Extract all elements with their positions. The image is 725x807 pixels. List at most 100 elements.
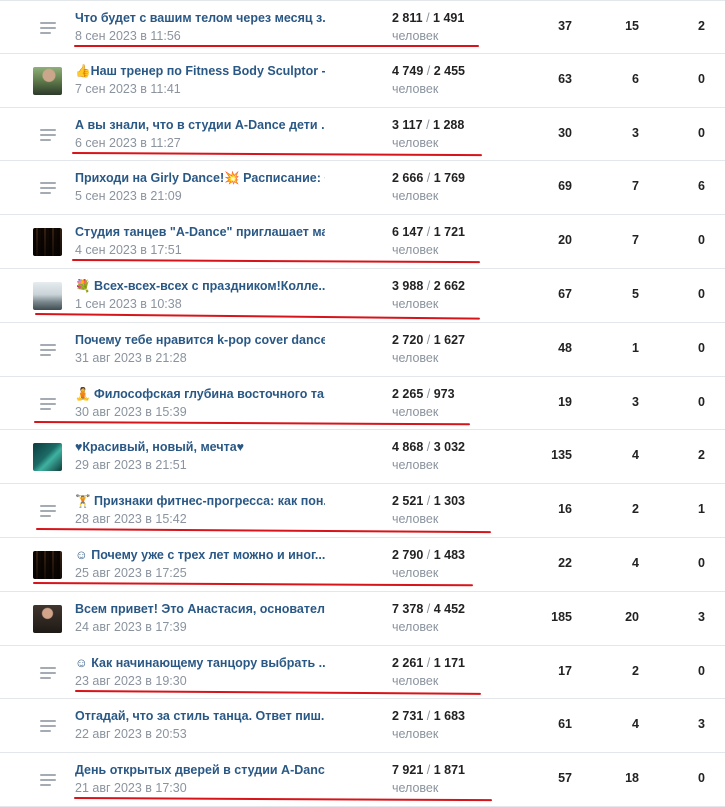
post-thumbnail[interactable] [33,443,62,472]
reach-total: 2 265 [392,386,424,401]
text-post-icon [40,390,58,418]
highlight-underline [34,312,480,320]
post-reach: 7 378 / 4 452 [392,601,465,616]
post-title[interactable]: Всем привет! Это Анастасия, основател... [75,602,325,616]
likes-count: 37 [558,19,572,33]
reach-subscribers: 1 871 [433,763,465,778]
table-row[interactable]: А вы знали, что в студии A-Dance дети ..… [0,107,725,162]
reach-subscribers: 1 721 [433,225,465,240]
post-title[interactable]: 💐 Всех-всех-всех с праздником!Колле... [75,279,325,294]
comments-count: 0 [698,394,705,409]
reposts-count: 15 [625,19,639,33]
post-reach: 4 868 / 3 032 [392,440,465,455]
post-title[interactable]: 🧘 Философская глубина восточного та... [75,387,325,402]
post-title[interactable]: ♥Красивый, новый, мечта♥ [75,440,325,454]
likes-count: 19 [558,394,572,409]
likes-count: 69 [558,179,572,194]
post-title[interactable]: Отгадай, что за стиль танца. Ответ пиш..… [75,709,325,723]
post-thumbnail[interactable] [33,228,62,257]
post-reach: 2 720 / 1 627 [392,332,465,347]
post-date: 4 сен 2023 в 17:51 [75,243,182,258]
reach-subscribers: 1 288 [433,117,465,132]
reach-total: 2 261 [392,655,424,670]
people-label: человек [392,512,439,527]
post-title[interactable]: Почему тебе нравится k-pop cover dance..… [75,333,325,347]
post-thumbnail[interactable] [33,281,62,310]
post-title[interactable]: 👍Наш тренер по Fitness Body Sculptor - .… [75,64,325,79]
table-row[interactable]: Что будет с вашим телом через месяц з...… [0,0,725,54]
post-title[interactable]: Приходи на Girly Dance!💥 Расписание: •..… [75,171,325,186]
likes-count: 30 [558,125,572,140]
table-row[interactable]: 👍Наш тренер по Fitness Body Sculptor - .… [0,53,725,108]
table-row[interactable]: ☺ Как начинающему танцору выбрать ... 23… [0,645,725,700]
reach-total: 6 147 [392,225,424,240]
table-row[interactable]: Всем привет! Это Анастасия, основател...… [0,591,725,646]
comments-count: 0 [698,771,705,786]
post-date: 22 авг 2023 в 20:53 [75,727,187,742]
post-date: 24 авг 2023 в 17:39 [75,619,187,634]
table-row[interactable]: 💐 Всех-всех-всех с праздником!Колле... 1… [0,268,725,323]
post-date: 23 авг 2023 в 19:30 [75,673,187,688]
text-post-icon [40,336,58,364]
table-row[interactable]: День открытых дверей в студии A-Danc... … [0,753,725,807]
table-row[interactable]: Студия танцев "A-Dance" приглашает ма...… [0,215,725,269]
highlight-underline [32,581,473,587]
reposts-count: 2 [632,663,639,678]
text-post-icon [40,497,58,525]
likes-count: 61 [558,717,572,732]
likes-count: 185 [551,609,572,624]
post-date: 6 сен 2023 в 11:27 [75,135,181,150]
people-label: человек [392,189,439,204]
post-title[interactable]: Студия танцев "A-Dance" приглашает ма... [75,225,325,239]
post-title[interactable]: А вы знали, что в студии A-Dance дети ..… [75,118,325,132]
likes-count: 48 [558,340,572,355]
reach-subscribers: 973 [433,386,455,401]
post-thumbnail[interactable] [33,604,62,633]
table-row[interactable]: Почему тебе нравится k-pop cover dance..… [0,322,725,377]
table-row[interactable]: 🧘 Философская глубина восточного та... 3… [0,376,725,431]
post-reach: 2 521 / 1 303 [392,494,465,509]
table-row[interactable]: ☺ Почему уже с трех лет можно и иног... … [0,537,725,592]
post-thumbnail[interactable] [33,66,62,95]
post-date: 5 сен 2023 в 21:09 [75,189,182,204]
post-reach: 4 749 / 2 455 [392,63,465,78]
reach-subscribers: 4 452 [433,601,465,616]
comments-count: 0 [698,555,705,570]
post-reach: 2 731 / 1 683 [392,709,465,724]
comments-count: 0 [698,663,705,678]
text-post-icon [40,766,58,794]
post-title[interactable]: День открытых дверей в студии A-Danc... [75,763,325,777]
people-label: человек [392,727,439,742]
text-post-icon [40,14,58,42]
people-label: человек [392,296,439,311]
people-label: человек [392,29,439,43]
reach-subscribers: 1 171 [433,655,465,670]
reach-total: 4 868 [392,440,424,455]
reach-subscribers: 1 483 [433,547,465,562]
comments-count: 2 [698,19,705,33]
comments-count: 0 [698,71,705,86]
likes-count: 17 [558,663,572,678]
reach-total: 4 749 [392,63,424,78]
post-title[interactable]: ☺ Почему уже с трех лет можно и иног... [75,548,325,562]
reach-subscribers: 3 032 [433,440,465,455]
post-title[interactable]: 🏋 Признаки фитнес-прогресса: как пон... [75,494,325,509]
post-reach: 3 117 / 1 288 [392,117,465,132]
people-label: человек [392,619,439,634]
post-date: 25 авг 2023 в 17:25 [75,565,187,580]
post-date: 28 авг 2023 в 15:42 [75,512,187,527]
table-row[interactable]: ♥Красивый, новый, мечта♥ 29 авг 2023 в 2… [0,430,725,485]
post-title[interactable]: Что будет с вашим телом через месяц з... [75,11,325,25]
table-row[interactable]: 🏋 Признаки фитнес-прогресса: как пон... … [0,484,725,538]
table-row[interactable]: Отгадай, что за стиль танца. Ответ пиш..… [0,699,725,754]
comments-count: 0 [698,125,705,140]
table-row[interactable]: Приходи на Girly Dance!💥 Расписание: •..… [0,161,725,216]
reposts-count: 7 [632,233,639,248]
people-label: человек [392,673,439,688]
reach-subscribers: 2 662 [433,278,465,293]
reposts-count: 7 [632,179,639,194]
post-date: 21 авг 2023 в 17:30 [75,781,187,796]
post-thumbnail[interactable] [33,550,62,579]
post-title[interactable]: ☺ Как начинающему танцору выбрать ... [75,656,325,670]
reach-total: 3 988 [392,278,424,293]
